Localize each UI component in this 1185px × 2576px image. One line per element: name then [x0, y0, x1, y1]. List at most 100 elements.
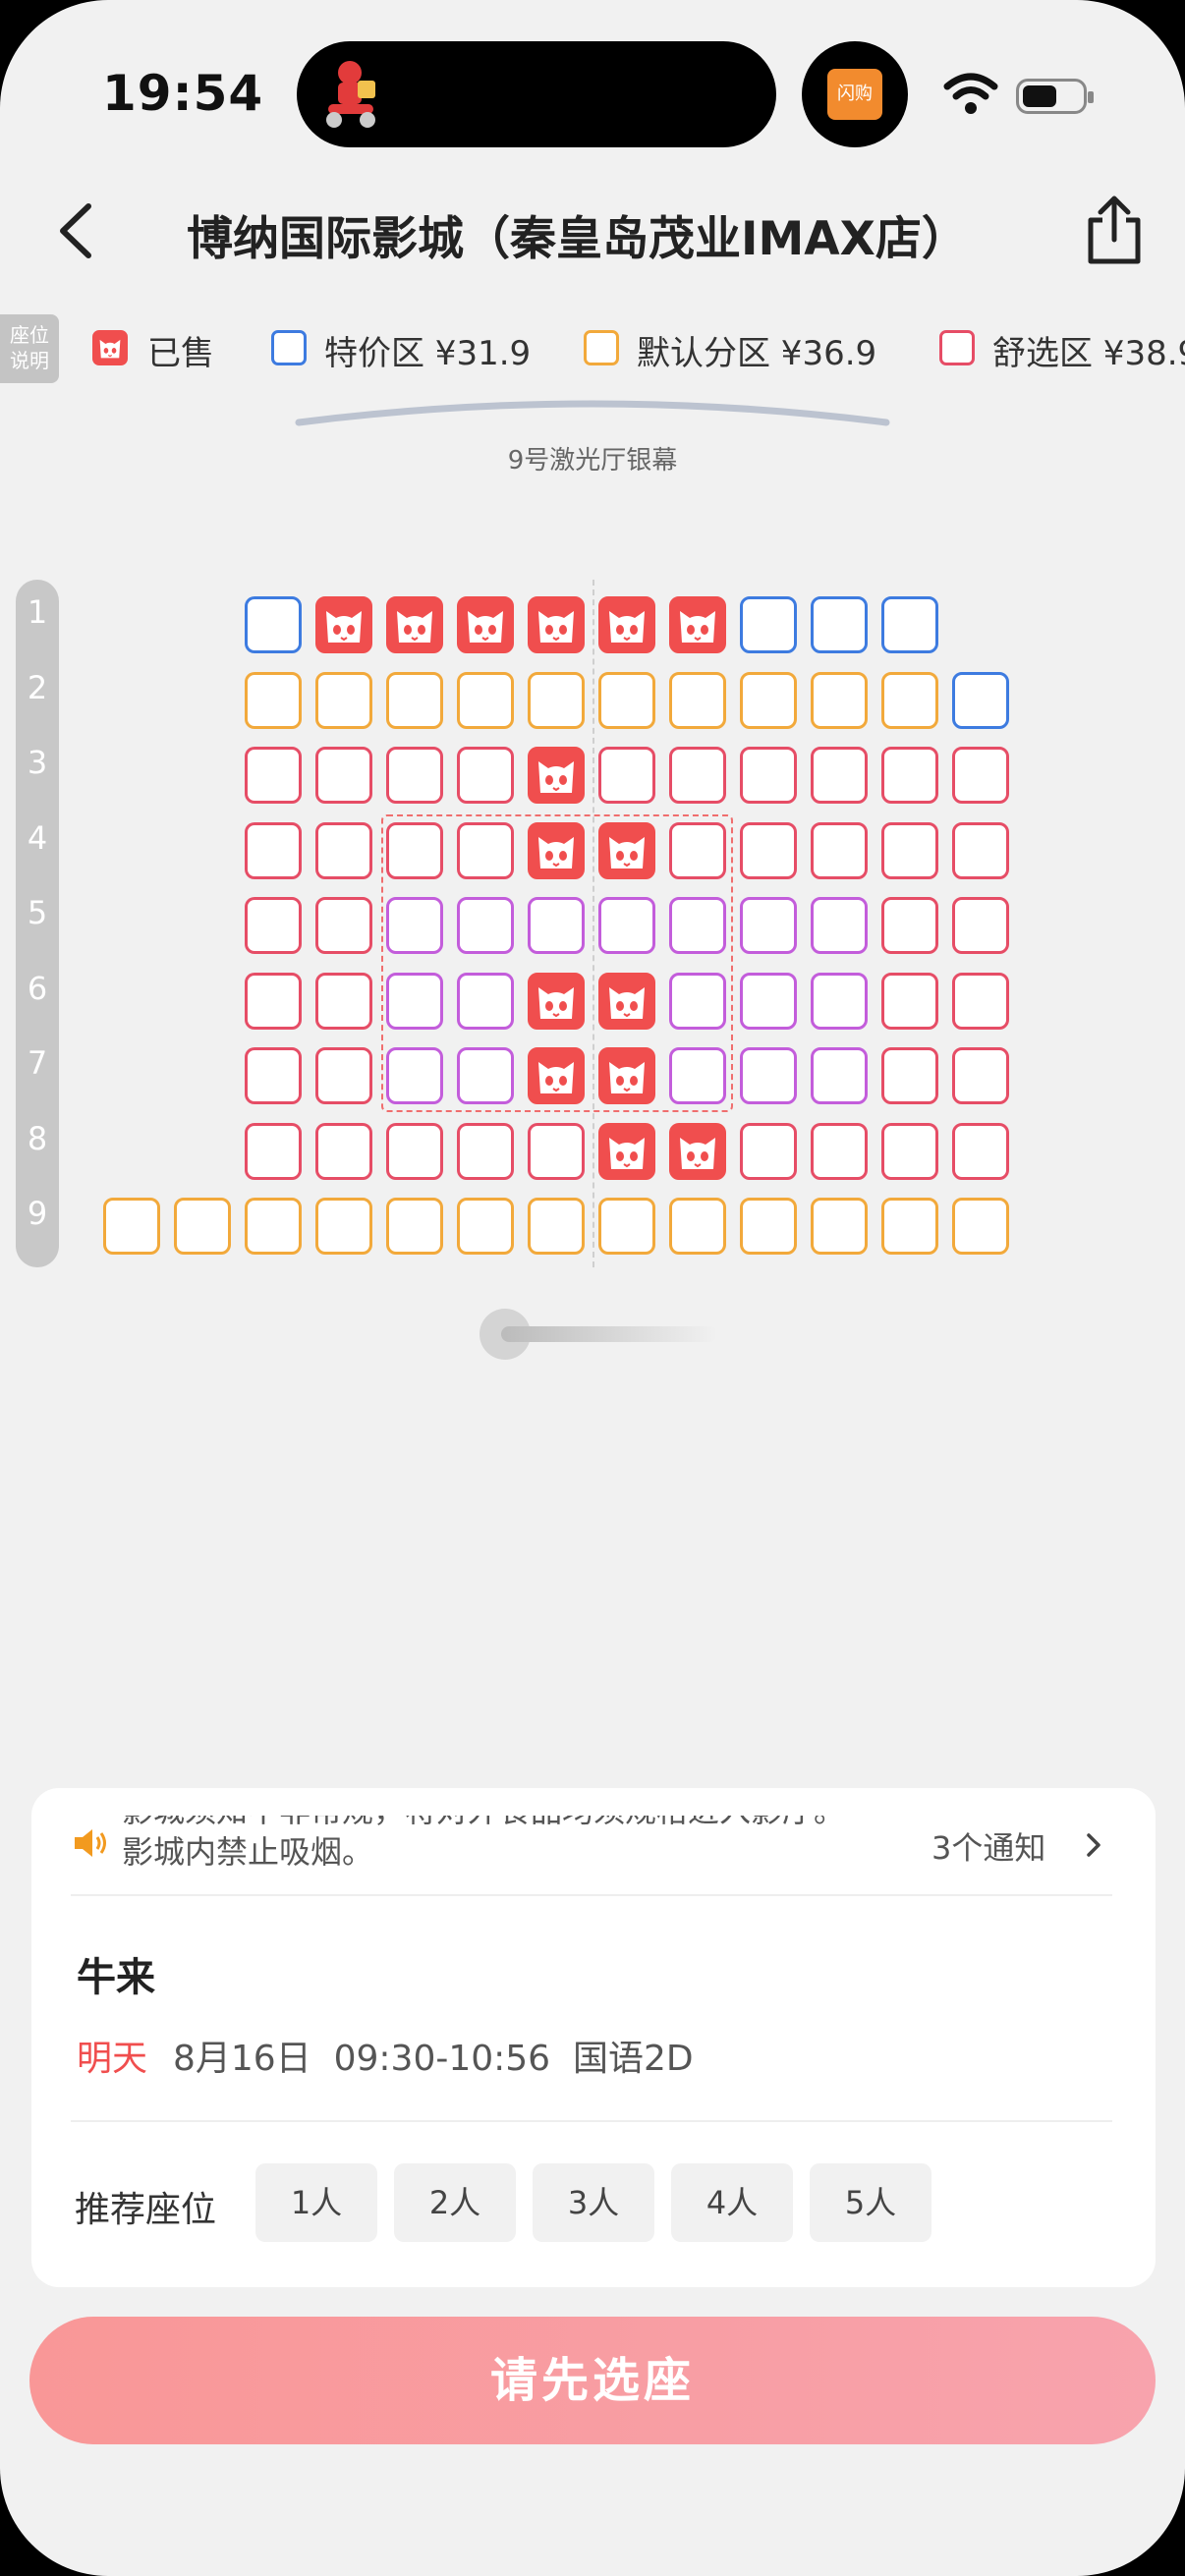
available-seat[interactable] — [881, 897, 938, 954]
cat-face-icon — [609, 611, 645, 643]
available-seat[interactable] — [245, 1047, 302, 1104]
battery-icon — [1016, 79, 1094, 114]
available-seat[interactable] — [528, 1122, 585, 1180]
available-seat[interactable] — [528, 671, 585, 729]
notice-count-link[interactable]: 3个通知 — [931, 1823, 1045, 1869]
available-seat[interactable] — [386, 1122, 443, 1180]
available-seat[interactable] — [881, 821, 938, 879]
available-seat[interactable] — [457, 1122, 514, 1180]
available-seat[interactable] — [952, 972, 1009, 1030]
available-seat[interactable] — [386, 671, 443, 729]
available-seat[interactable] — [811, 821, 868, 879]
available-seat[interactable] — [315, 671, 372, 729]
available-seat[interactable] — [245, 747, 302, 804]
available-seat[interactable] — [740, 747, 797, 804]
available-seat[interactable] — [315, 1122, 372, 1180]
available-seat[interactable] — [952, 1047, 1009, 1104]
available-seat[interactable] — [881, 972, 938, 1030]
recommend-5-person-button[interactable]: 5人 — [810, 2163, 931, 2242]
available-seat[interactable] — [881, 1122, 938, 1180]
chevron-right-icon[interactable] — [1083, 1827, 1106, 1863]
back-arrow-icon[interactable] — [49, 196, 108, 265]
available-seat[interactable] — [245, 972, 302, 1030]
available-seat[interactable] — [315, 972, 372, 1030]
legend-special-price: 特价区 ¥31.9 — [324, 334, 532, 373]
available-seat[interactable] — [598, 671, 655, 729]
available-seat[interactable] — [598, 1198, 655, 1255]
available-seat[interactable] — [740, 897, 797, 954]
available-seat[interactable] — [740, 1122, 797, 1180]
available-seat[interactable] — [740, 671, 797, 729]
flash-delivery-icon: 闪购 — [827, 69, 882, 120]
available-seat[interactable] — [811, 1047, 868, 1104]
legend-comfort-zone: 舒选区 ¥38.9 — [992, 334, 1185, 373]
row-number: 7 — [27, 1044, 48, 1082]
available-seat[interactable] — [245, 1198, 302, 1255]
available-seat[interactable] — [598, 747, 655, 804]
recommend-4-person-button[interactable]: 4人 — [671, 2163, 793, 2242]
available-seat[interactable] — [881, 1198, 938, 1255]
available-seat[interactable] — [315, 1047, 372, 1104]
available-seat[interactable] — [245, 821, 302, 879]
select-seat-first-button[interactable]: 请先选座 — [29, 2317, 1156, 2444]
available-seat[interactable] — [740, 596, 797, 653]
available-seat[interactable] — [315, 897, 372, 954]
available-seat[interactable] — [386, 747, 443, 804]
available-seat[interactable] — [740, 821, 797, 879]
row-number: 4 — [27, 818, 48, 857]
available-seat[interactable] — [103, 1198, 160, 1255]
available-seat[interactable] — [174, 1198, 231, 1255]
delivery-rider-icon — [326, 61, 375, 128]
recommend-3-person-button[interactable]: 3人 — [533, 2163, 654, 2242]
available-seat[interactable] — [245, 1122, 302, 1180]
available-seat[interactable] — [811, 671, 868, 729]
available-seat[interactable] — [811, 1122, 868, 1180]
available-seat[interactable] — [315, 1198, 372, 1255]
cat-face-icon — [538, 761, 574, 793]
available-seat[interactable] — [740, 1198, 797, 1255]
available-seat[interactable] — [386, 1198, 443, 1255]
available-seat[interactable] — [245, 596, 302, 653]
available-seat[interactable] — [740, 1047, 797, 1104]
available-seat[interactable] — [315, 747, 372, 804]
available-seat[interactable] — [881, 1047, 938, 1104]
speaker-icon — [75, 1829, 106, 1857]
cat-face-icon — [468, 611, 503, 643]
available-seat[interactable] — [881, 596, 938, 653]
available-seat[interactable] — [952, 747, 1009, 804]
notice-ticker[interactable]: 影城须知不非常规，将对外食品均须规格进入影厅。 影城内禁止吸烟。 — [122, 1816, 888, 1871]
available-seat[interactable] — [457, 1198, 514, 1255]
recommend-2-person-button[interactable]: 2人 — [394, 2163, 516, 2242]
available-seat[interactable] — [457, 747, 514, 804]
seat-legend-button[interactable]: 座位 说明 — [0, 314, 59, 383]
row-number: 3 — [27, 744, 48, 781]
movie-title: 牛来 — [77, 1955, 155, 2000]
available-seat[interactable] — [669, 747, 726, 804]
available-seat[interactable] — [245, 897, 302, 954]
available-seat[interactable] — [811, 972, 868, 1030]
available-seat[interactable] — [952, 821, 1009, 879]
available-seat[interactable] — [952, 1122, 1009, 1180]
available-seat[interactable] — [669, 671, 726, 729]
available-seat[interactable] — [740, 972, 797, 1030]
screen-label: 9号激光厅银幕 — [507, 446, 678, 476]
available-seat[interactable] — [952, 1198, 1009, 1255]
available-seat[interactable] — [245, 671, 302, 729]
available-seat[interactable] — [669, 1198, 726, 1255]
available-seat[interactable] — [952, 671, 1009, 729]
cat-face-icon — [99, 339, 121, 359]
available-seat[interactable] — [457, 671, 514, 729]
available-seat[interactable] — [528, 1198, 585, 1255]
recommend-1-person-button[interactable]: 1人 — [255, 2163, 377, 2242]
available-seat[interactable] — [811, 1198, 868, 1255]
available-seat[interactable] — [811, 747, 868, 804]
available-seat[interactable] — [952, 897, 1009, 954]
available-seat[interactable] — [881, 671, 938, 729]
available-seat[interactable] — [811, 596, 868, 653]
available-seat[interactable] — [811, 897, 868, 954]
row-index-bar: 1 2 3 4 5 6 7 8 9 — [16, 580, 59, 1267]
share-icon[interactable] — [1077, 193, 1152, 267]
available-seat[interactable] — [881, 747, 938, 804]
available-seat[interactable] — [315, 821, 372, 879]
divider — [71, 2120, 1112, 2122]
